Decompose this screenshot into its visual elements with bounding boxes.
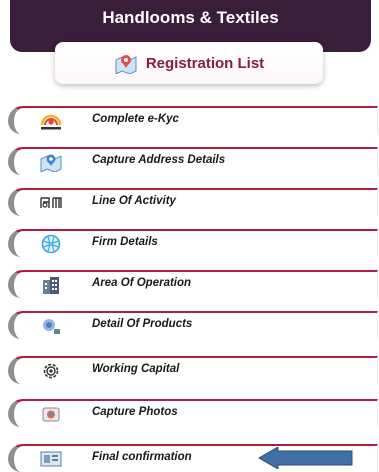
menu-item-complete-ekyc[interactable]: Complete e-Kyc: [8, 106, 378, 134]
menu-item-firm-details[interactable]: Firm Details: [8, 229, 378, 257]
app-title: Handlooms & Textiles: [102, 8, 279, 27]
menu-item-label: Complete e-Kyc: [92, 113, 179, 125]
registration-list-button[interactable]: Registration List: [55, 42, 323, 84]
menu-item-label: Capture Photos: [92, 406, 178, 418]
menu-item-detail-of-products[interactable]: Detail Of Products: [8, 311, 378, 339]
aadhaar-logo-icon: [38, 111, 64, 131]
menu-item-working-capital[interactable]: Working Capital: [8, 356, 378, 384]
loom-icon: [38, 193, 64, 213]
menu-item-label: Final confirmation: [92, 451, 192, 463]
building-icon: [38, 275, 64, 295]
menu-item-label: Firm Details: [92, 236, 158, 248]
globe-icon: [38, 234, 64, 254]
registration-list-label: Registration List: [145, 54, 265, 72]
menu-item-label: Area Of Operation: [92, 277, 192, 289]
menu-item-label: Capture Address Details: [92, 154, 226, 166]
confirmation-icon: [38, 449, 64, 469]
map-pin-icon: [114, 52, 138, 75]
menu-item-label: Working Capital: [92, 363, 180, 375]
products-icon: [38, 316, 64, 336]
menu-item-label: Detail Of Products: [92, 318, 193, 330]
camera-icon: [38, 404, 64, 424]
menu-item-label: Line Of Activity: [92, 195, 176, 207]
pointer-arrow-icon: [258, 447, 353, 469]
menu-item-capture-address[interactable]: Capture Address Details: [8, 147, 378, 175]
gear-icon: [38, 361, 64, 381]
menu-item-capture-photos[interactable]: Capture Photos: [8, 399, 378, 427]
menu-item-line-of-activity[interactable]: Line Of Activity: [8, 188, 378, 216]
map-pin-icon: [38, 152, 64, 172]
menu-item-area-of-operation[interactable]: Area Of Operation: [8, 270, 378, 298]
